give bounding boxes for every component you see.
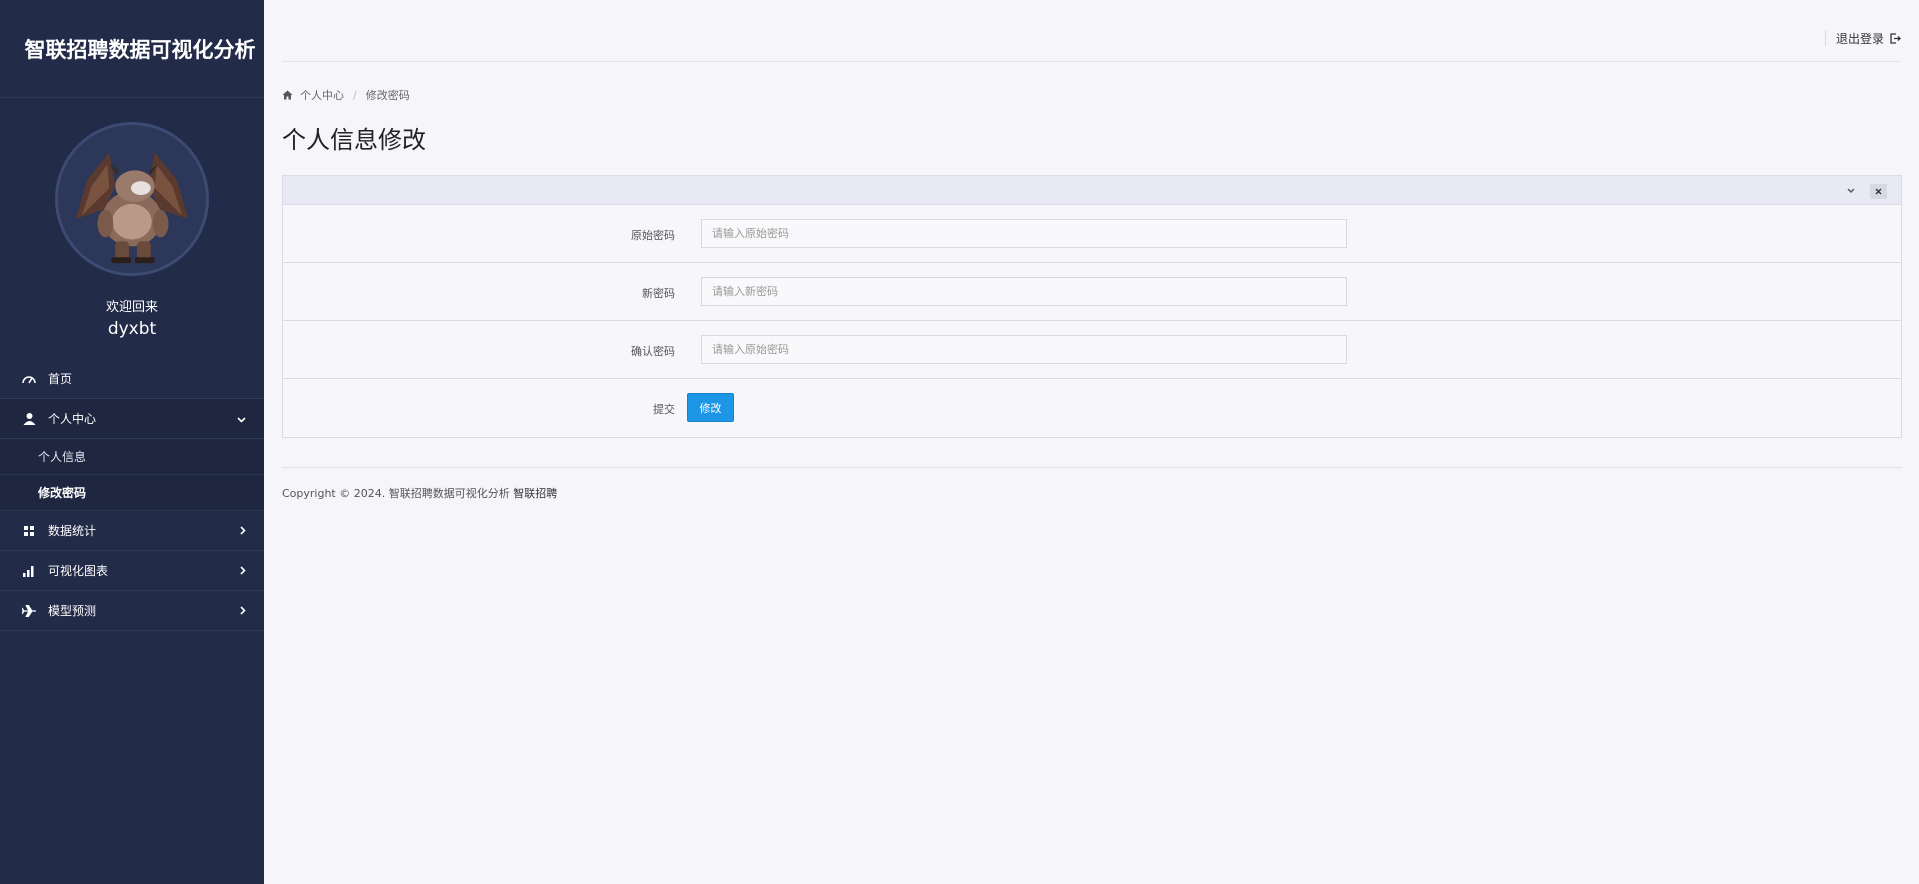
sidebar-item-personal-info[interactable]: 个人信息 bbox=[0, 439, 264, 475]
submit-label: 提交 bbox=[653, 403, 675, 416]
form-row-new-password: 新密码 bbox=[283, 263, 1901, 321]
bar-chart-icon bbox=[20, 565, 38, 577]
sidebar-item-label: 可视化图表 bbox=[48, 564, 109, 578]
logout-icon bbox=[1890, 32, 1901, 44]
grid-icon bbox=[20, 525, 38, 536]
logout-label: 退出登录 bbox=[1835, 31, 1884, 46]
footer-divider bbox=[282, 467, 1902, 468]
new-password-field[interactable] bbox=[701, 277, 1347, 306]
chevron-right-icon bbox=[240, 564, 246, 578]
sidebar-item-label: 模型预测 bbox=[48, 604, 97, 618]
sidebar-item-label: 首页 bbox=[48, 372, 73, 386]
copyright-text: Copyright © 2024. 智联招聘数据可视化分析 bbox=[282, 487, 510, 500]
sidebar-item-data-stats[interactable]: 数据统计 bbox=[0, 511, 264, 551]
avatar bbox=[55, 122, 209, 276]
form-row-submit: 提交 修改 bbox=[283, 379, 1901, 437]
page-title: 个人信息修改 bbox=[282, 126, 426, 154]
breadcrumb: 个人中心 / 修改密码 bbox=[282, 87, 410, 103]
sidebar-menu: 首页 个人中心 个人信息 修改密码 数据统计 可视化图表 模型预测 bbox=[0, 359, 264, 631]
chevron-right-icon bbox=[240, 524, 246, 538]
user-profile: 欢迎回来 dyxbt bbox=[0, 98, 264, 339]
form-row-old-password: 原始密码 bbox=[283, 205, 1901, 263]
chevron-right-icon bbox=[240, 604, 246, 618]
password-form-panel: 原始密码 新密码 确认密码 提交 修改 bbox=[282, 175, 1902, 438]
sidebar-item-home[interactable]: 首页 bbox=[0, 359, 264, 399]
panel-header bbox=[283, 176, 1901, 205]
sidebar: 智联招聘数据可视化分析 欢迎回来 dyxbt 首页 个人中心 个人信息 修改密码… bbox=[0, 0, 264, 884]
home-icon[interactable] bbox=[282, 90, 293, 100]
sidebar-item-model-predict[interactable]: 模型预测 bbox=[0, 591, 264, 631]
sidebar-item-label: 数据统计 bbox=[48, 524, 97, 538]
footer-brand-link[interactable]: 智联招聘 bbox=[513, 487, 557, 500]
confirm-password-field[interactable] bbox=[701, 335, 1347, 364]
new-password-label: 新密码 bbox=[642, 287, 675, 300]
sidebar-item-change-password[interactable]: 修改密码 bbox=[0, 475, 264, 511]
gargoyle-avatar-icon bbox=[58, 125, 206, 273]
close-icon[interactable] bbox=[1870, 184, 1887, 199]
confirm-password-label: 确认密码 bbox=[631, 345, 675, 358]
chevron-down-icon bbox=[237, 412, 246, 426]
old-password-field[interactable] bbox=[701, 219, 1347, 248]
dashboard-icon bbox=[20, 373, 38, 385]
username: dyxbt bbox=[107, 319, 157, 339]
sidebar-item-label: 个人中心 bbox=[48, 412, 97, 426]
chevron-down-icon[interactable] bbox=[1847, 184, 1855, 197]
sidebar-item-charts[interactable]: 可视化图表 bbox=[0, 551, 264, 591]
old-password-label: 原始密码 bbox=[631, 229, 675, 242]
breadcrumb-item[interactable]: 个人中心 bbox=[300, 87, 344, 103]
personal-center-submenu: 个人信息 修改密码 bbox=[0, 439, 264, 511]
app-title: 智联招聘数据可视化分析 bbox=[0, 0, 264, 98]
plane-icon bbox=[20, 604, 38, 617]
breadcrumb-item-current: 修改密码 bbox=[365, 89, 410, 102]
welcome-text: 欢迎回来 bbox=[105, 300, 158, 315]
breadcrumb-separator: / bbox=[353, 88, 357, 102]
main-content: 退出登录 个人中心 / 修改密码 个人信息修改 原始密码 新密码 bbox=[264, 0, 1919, 884]
logout-button[interactable]: 退出登录 bbox=[1824, 30, 1901, 46]
user-icon bbox=[20, 412, 38, 425]
sidebar-item-personal-center[interactable]: 个人中心 bbox=[0, 399, 264, 439]
top-bar: 退出登录 bbox=[282, 0, 1901, 62]
form-row-confirm-password: 确认密码 bbox=[283, 321, 1901, 379]
submit-button[interactable]: 修改 bbox=[687, 393, 734, 422]
footer: Copyright © 2024. 智联招聘数据可视化分析 智联招聘 bbox=[282, 485, 557, 501]
